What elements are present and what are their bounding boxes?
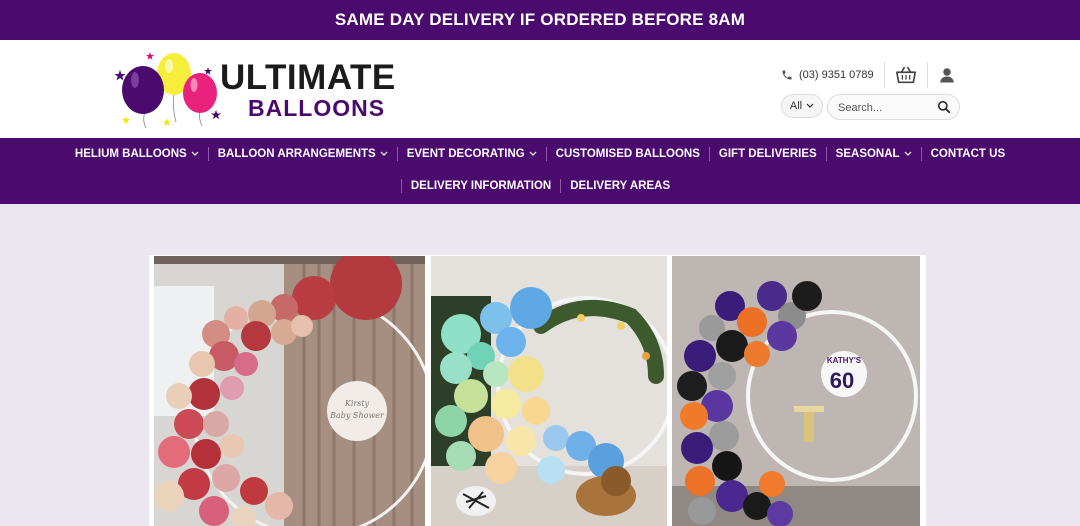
announcement-text: SAME DAY DELIVERY IF ORDERED BEFORE 8AM (334, 10, 746, 29)
nav-item-balloon-arrangements[interactable]: BALLOON ARRANGEMENTS (209, 148, 397, 160)
chevron-down-icon (191, 151, 199, 156)
nav-item-customised-balloons[interactable]: CUSTOMISED BALLOONS (547, 148, 709, 160)
nav-item-label: CUSTOMISED BALLOONS (555, 148, 700, 160)
nav-item-event-decorating[interactable]: EVENT DECORATING (398, 148, 546, 160)
gallery-photo-pink-arch[interactable]: Kirsty Baby Shower (154, 256, 425, 526)
chevron-down-icon (529, 151, 537, 156)
cart-button[interactable] (895, 64, 917, 86)
user-icon (940, 68, 954, 83)
nav-item-label: DELIVERY AREAS (570, 180, 671, 192)
basket-icon (896, 66, 916, 84)
balloon-arch-image: KATHY'S 60 (672, 256, 920, 526)
nav-item-label: CONTACT US (930, 148, 1006, 160)
svg-text:Baby Shower: Baby Shower (329, 411, 385, 420)
sign-text: Kirsty (344, 399, 370, 408)
nav-item-helium-balloons[interactable]: HELIUM BALLOONS (66, 148, 208, 160)
nav-item-delivery-areas[interactable]: DELIVERY AREAS (561, 180, 679, 192)
chevron-down-icon (380, 151, 388, 156)
nav-item-label: EVENT DECORATING (406, 148, 525, 160)
header-divider (884, 62, 885, 88)
nav-item-label: GIFT DELIVERIES (718, 148, 817, 160)
header-divider (927, 62, 928, 88)
site-header: ULTIMATE BALLOONS (03) 9351 0789 All (0, 40, 1080, 138)
balloons-logo-icon (114, 52, 221, 129)
site-logo[interactable]: ULTIMATE BALLOONS (112, 48, 402, 130)
gallery-photo-sixtieth-arch[interactable]: KATHY'S 60 (672, 256, 920, 526)
announcement-bar: SAME DAY DELIVERY IF ORDERED BEFORE 8AM (0, 0, 1080, 40)
nav-item-delivery-information[interactable]: DELIVERY INFORMATION (402, 180, 560, 192)
nav-row-secondary: DELIVERY INFORMATION DELIVERY AREAS (0, 176, 1080, 196)
search-box (827, 94, 960, 120)
category-select[interactable]: All (781, 94, 823, 118)
logo-title: ULTIMATE (220, 58, 396, 97)
sign-name-text: KATHY'S (827, 356, 862, 365)
phone-number: (03) 9351 0789 (799, 69, 874, 81)
nav-item-seasonal[interactable]: SEASONAL (827, 148, 921, 160)
account-button[interactable] (938, 66, 956, 84)
phone-link[interactable]: (03) 9351 0789 (781, 66, 874, 84)
search-icon[interactable] (937, 100, 951, 114)
sign-number-text: 60 (830, 368, 854, 393)
search-input[interactable] (836, 99, 935, 117)
nav-row-primary: HELIUM BALLOONS BALLOON ARRANGEMENTS EVE… (0, 144, 1080, 164)
category-select-value: All (789, 100, 803, 112)
phone-icon (782, 70, 792, 80)
chevron-down-icon (904, 151, 912, 156)
gallery-photo-jungle-arch[interactable] (431, 256, 667, 526)
balloon-arch-image (431, 256, 667, 526)
nav-item-gift-deliveries[interactable]: GIFT DELIVERIES (710, 148, 826, 160)
nav-item-label: SEASONAL (835, 148, 900, 160)
balloon-gallery: Kirsty Baby Shower KATHY'S 60 (149, 255, 926, 526)
nav-item-contact-us[interactable]: CONTACT US (922, 148, 1015, 160)
nav-item-label: BALLOON ARRANGEMENTS (217, 148, 376, 160)
main-navigation: HELIUM BALLOONS BALLOON ARRANGEMENTS EVE… (0, 138, 1080, 204)
logo-subtitle: BALLOONS (248, 95, 386, 121)
balloon-arch-image: Kirsty Baby Shower (154, 256, 425, 526)
nav-item-label: DELIVERY INFORMATION (410, 180, 552, 192)
nav-item-label: HELIUM BALLOONS (74, 148, 187, 160)
chevron-down-icon (806, 103, 814, 108)
